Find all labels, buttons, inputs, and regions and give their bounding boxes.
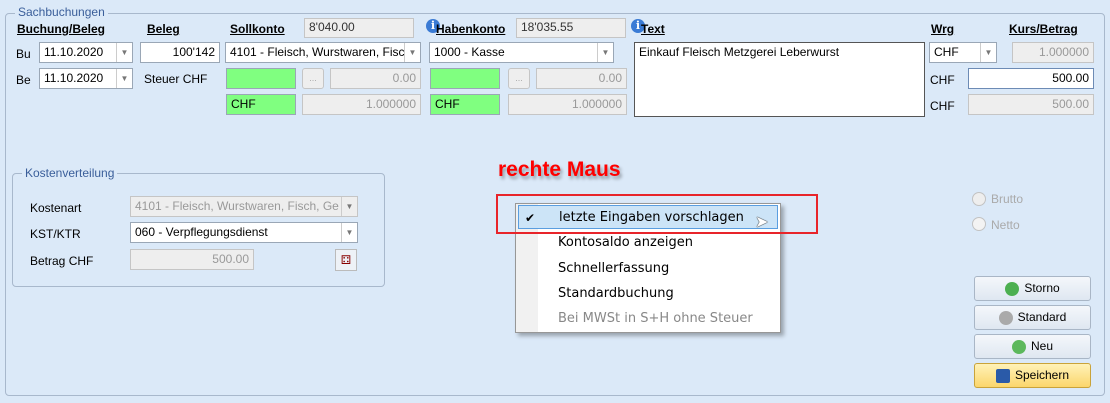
radio-netto: [972, 217, 986, 231]
soll-kurs: 1.000000: [302, 94, 421, 115]
habenkonto-value: 1000 - Kasse: [434, 45, 505, 59]
soll-wrg[interactable]: CHF: [226, 94, 296, 115]
bu-date: 11.10.2020: [44, 45, 104, 59]
kosten-betrag: 500.00: [130, 249, 254, 270]
header-sollkonto: Sollkonto: [230, 22, 285, 36]
haben-steuer: 0.00: [536, 68, 627, 89]
chevron-down-icon[interactable]: ▼: [597, 43, 613, 62]
header-kurs-betrag: Kurs/Betrag: [1009, 22, 1078, 36]
chevron-down-icon: ▼: [341, 197, 357, 216]
standard-button[interactable]: Standard: [974, 305, 1091, 330]
haben-wrg[interactable]: CHF: [430, 94, 500, 115]
betrag2-input: 500.00: [968, 94, 1094, 115]
habenkonto-select[interactable]: 1000 - Kasse ▼: [429, 42, 614, 63]
bu-date-picker[interactable]: 11.10.2020 ▼: [39, 42, 133, 63]
mouse-cursor-icon: ➤: [755, 214, 769, 231]
speichern-label: Speichern: [1014, 368, 1070, 382]
label-bu: Bu: [16, 47, 31, 61]
header-beleg: Beleg: [147, 22, 180, 36]
haben-browse-button[interactable]: ...: [508, 68, 530, 89]
be-date-picker[interactable]: 11.10.2020 ▼: [39, 68, 133, 89]
label-netto: Netto: [991, 218, 1020, 232]
chevron-down-icon[interactable]: ▼: [116, 69, 132, 88]
haben-kurs: 1.000000: [508, 94, 627, 115]
group-title: Sachbuchungen: [15, 5, 108, 19]
header-habenkonto: Habenkonto: [436, 22, 506, 36]
save-icon: [995, 368, 1010, 383]
label-betrag-chf: Betrag CHF: [30, 254, 94, 268]
beleg-input[interactable]: 100'142: [140, 42, 220, 63]
chevron-down-icon[interactable]: ▼: [116, 43, 132, 62]
menu-item-kontosaldo[interactable]: Kontosaldo anzeigen: [518, 231, 778, 255]
sollkonto-select[interactable]: 4101 - Fleisch, Wurstwaren, Fisc ▼: [225, 42, 421, 63]
label-brutto: Brutto: [991, 192, 1024, 206]
label-kst: KST/KTR: [30, 227, 81, 241]
radio-brutto: [972, 192, 986, 206]
kostenart-value: 4101 - Fleisch, Wurstwaren, Fisch, Ge: [135, 199, 339, 213]
menu-item-mwst: Bei MWSt in S+H ohne Steuer: [558, 311, 753, 326]
storno-label: Storno: [1024, 281, 1060, 295]
label-kostenart: Kostenart: [30, 201, 82, 215]
wrg-value: CHF: [934, 45, 959, 59]
chevron-down-icon[interactable]: ▼: [980, 43, 996, 62]
hierarchy-icon[interactable]: ⚃: [335, 249, 357, 271]
chevron-down-icon[interactable]: ▼: [341, 223, 357, 242]
header-text: Text: [641, 22, 665, 36]
label-chf: CHF: [930, 73, 955, 87]
label-chf: CHF: [930, 99, 955, 113]
header-buchung-beleg: Buchung/Beleg: [17, 22, 106, 36]
label-be: Be: [16, 73, 31, 87]
gear-icon: [998, 310, 1013, 325]
kosten-title: Kostenverteilung: [22, 166, 118, 180]
sollkonto-value: 4101 - Fleisch, Wurstwaren, Fisc: [230, 45, 405, 59]
header-wrg: Wrg: [931, 22, 955, 36]
kurs-input: 1.000000: [1012, 42, 1094, 63]
menu-item-schnellerfassung[interactable]: Schnellerfassung: [518, 257, 778, 281]
soll-browse-button[interactable]: ...: [302, 68, 324, 89]
annotation-rechte-maus: rechte Maus: [498, 158, 621, 181]
menu-item-standardbuchung[interactable]: Standardbuchung: [518, 282, 778, 306]
standard-label: Standard: [1017, 310, 1067, 324]
soll-steuer: 0.00: [330, 68, 421, 89]
be-date: 11.10.2020: [44, 71, 104, 85]
refresh-icon: [1005, 281, 1020, 296]
kst-select[interactable]: 060 - Verpflegungsdienst ▼: [130, 222, 358, 243]
neu-button[interactable]: Neu: [974, 334, 1091, 359]
soll-steuercode[interactable]: [226, 68, 296, 89]
storno-button[interactable]: Storno: [974, 276, 1091, 301]
haben-saldo: 18'035.55: [516, 18, 626, 38]
text-area[interactable]: Einkauf Fleisch Metzgerei Leberwurst: [634, 42, 925, 117]
label-steuer: Steuer CHF: [144, 72, 208, 86]
soll-saldo: 8'040.00: [304, 18, 414, 38]
chevron-down-icon[interactable]: ▼: [404, 43, 420, 62]
kostenart-select: 4101 - Fleisch, Wurstwaren, Fisch, Ge ▼: [130, 196, 358, 217]
kst-value: 060 - Verpflegungsdienst: [135, 225, 268, 239]
speichern-button[interactable]: Speichern: [974, 363, 1091, 388]
plus-icon: [1011, 339, 1026, 354]
haben-steuercode[interactable]: [430, 68, 500, 89]
highlight-box: [496, 194, 818, 234]
wrg-select[interactable]: CHF ▼: [929, 42, 997, 63]
neu-label: Neu: [1030, 339, 1053, 353]
betrag-input[interactable]: 500.00: [968, 68, 1094, 89]
